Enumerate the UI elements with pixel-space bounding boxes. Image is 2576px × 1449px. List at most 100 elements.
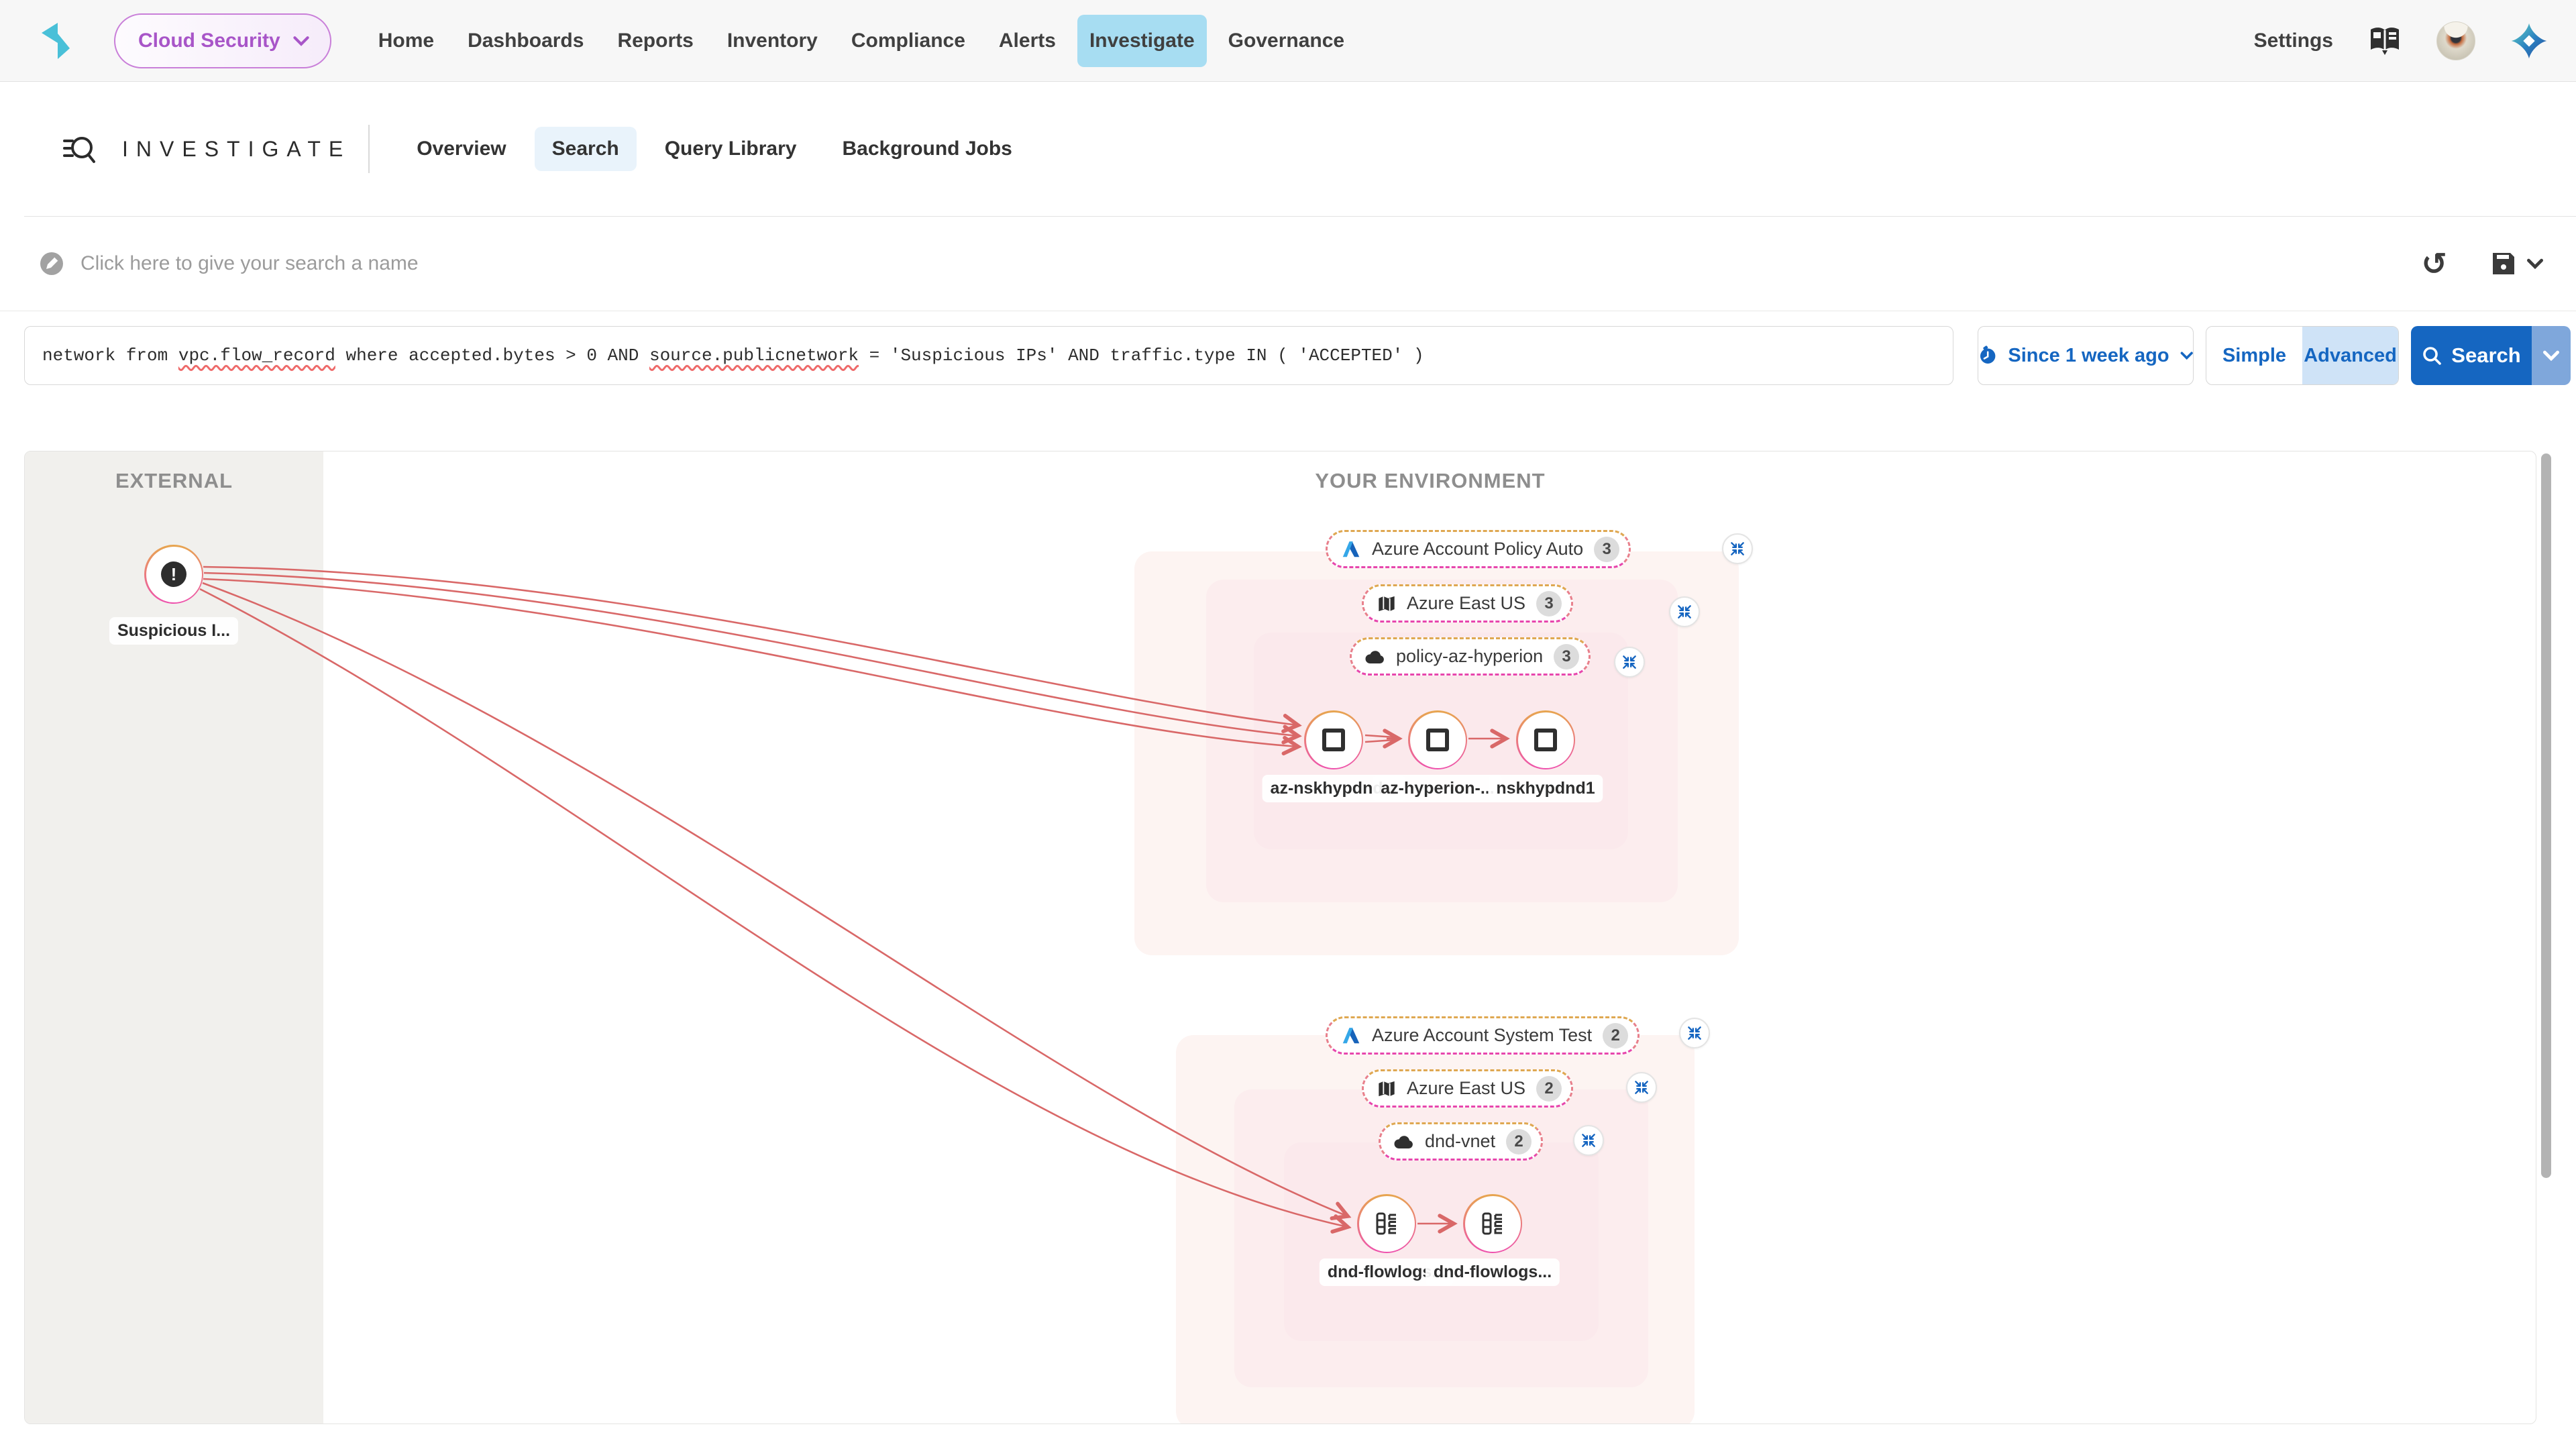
group-pill-label: dnd-vnet	[1425, 1131, 1495, 1152]
brand-logo-icon[interactable]	[38, 21, 72, 60]
count-badge: 2	[1506, 1129, 1532, 1155]
subnet-icon	[1375, 1212, 1399, 1236]
group-pill-region-1[interactable]: Azure East US 3	[1362, 584, 1573, 623]
node-vm-1[interactable]	[1304, 710, 1363, 769]
vertical-scrollbar-thumb[interactable]	[2541, 453, 2551, 1178]
investigate-search-icon	[60, 130, 98, 168]
node-vm-3[interactable]	[1516, 710, 1575, 769]
nav-item-investigate[interactable]: Investigate	[1077, 15, 1207, 67]
search-name-input[interactable]: Click here to give your search a name	[80, 252, 419, 275]
save-button[interactable]	[2490, 250, 2544, 277]
query-text: where accepted.bytes > 0 AND	[335, 345, 649, 366]
nav-item-governance[interactable]: Governance	[1216, 15, 1356, 67]
search-options-caret[interactable]	[2532, 326, 2571, 385]
time-range-dropdown[interactable]: Since 1 week ago	[1978, 326, 2194, 385]
save-floppy-icon	[2490, 250, 2517, 277]
group-pill-label: Azure Account System Test	[1372, 1025, 1592, 1046]
count-badge: 2	[1603, 1023, 1628, 1049]
tab-search[interactable]: Search	[535, 127, 637, 171]
query-text: network from	[42, 345, 178, 366]
undo-icon[interactable]: ↺	[2421, 248, 2447, 279]
nav-item-reports[interactable]: Reports	[605, 15, 705, 67]
environment-zone-header: YOUR ENVIRONMENT	[323, 469, 2536, 493]
mode-advanced-button[interactable]: Advanced	[2302, 327, 2398, 384]
docs-book-icon[interactable]	[2368, 26, 2402, 56]
search-split-button: Search	[2411, 326, 2571, 385]
subnet-icon	[1481, 1212, 1505, 1236]
tab-background-jobs[interactable]: Background Jobs	[824, 127, 1029, 171]
group-pill-label: Azure East US	[1407, 593, 1525, 614]
group-pill-account-2[interactable]: Azure Account System Test 2	[1326, 1016, 1640, 1055]
node-suspicious-ips[interactable]: !	[144, 545, 203, 604]
group-pill-account-1[interactable]: Azure Account Policy Auto 3	[1326, 530, 1631, 568]
top-nav-bar: Cloud Security Home Dashboards Reports I…	[0, 0, 2576, 82]
investigate-header: INVESTIGATE Overview Search Query Librar…	[24, 82, 2576, 217]
vm-icon	[1426, 729, 1449, 751]
topology-graph-canvas[interactable]: EXTERNAL YOUR ENVIRONMENT !	[24, 451, 2536, 1424]
group-pill-region-2[interactable]: Azure East US 2	[1362, 1069, 1573, 1108]
nav-item-inventory[interactable]: Inventory	[715, 15, 830, 67]
nav-item-alerts[interactable]: Alerts	[987, 15, 1068, 67]
group-pill-vnet-1[interactable]: policy-az-hyperion 3	[1350, 637, 1591, 676]
mode-simple-button[interactable]: Simple	[2206, 327, 2302, 384]
query-row: network from vpc.flow_record where accep…	[0, 326, 2576, 385]
cloud-icon	[1365, 649, 1385, 664]
node-label: nskhypdnd1	[1488, 775, 1603, 802]
node-subnet-2[interactable]	[1463, 1194, 1522, 1253]
node-subnet-1[interactable]	[1357, 1194, 1416, 1253]
count-badge: 2	[1536, 1076, 1562, 1102]
node-suspicious-ips-body: !	[146, 547, 202, 602]
query-mode-toggle: Simple Advanced	[2206, 326, 2399, 385]
exclamation-icon: !	[161, 561, 186, 587]
query-text: = 'Suspicious IPs' AND traffic.type IN (…	[859, 345, 1424, 366]
external-zone-header: EXTERNAL	[25, 469, 323, 493]
node-label-suspicious: Suspicious I...	[109, 617, 238, 645]
collapse-icon-vnet-1[interactable]	[1614, 647, 1645, 678]
product-switcher-label: Cloud Security	[138, 30, 280, 52]
search-name-row: Click here to give your search a name ↺	[0, 217, 2576, 311]
chevron-down-icon	[2542, 350, 2560, 361]
vm-icon	[1322, 729, 1345, 751]
page-title: INVESTIGATE	[122, 137, 351, 162]
name-actions: ↺	[2421, 248, 2544, 279]
group-pill-vnet-2[interactable]: dnd-vnet 2	[1379, 1122, 1543, 1161]
divider	[368, 125, 370, 173]
product-switcher[interactable]: Cloud Security	[114, 13, 331, 68]
region-map-icon	[1377, 594, 1396, 613]
investigate-tabs: Overview Search Query Library Background…	[399, 127, 1030, 171]
nav-item-dashboards[interactable]: Dashboards	[455, 15, 596, 67]
query-input[interactable]: network from vpc.flow_record where accep…	[24, 326, 1953, 385]
tab-query-library[interactable]: Query Library	[647, 127, 814, 171]
collapse-icon-account-1[interactable]	[1722, 533, 1753, 564]
query-token-field: source.publicnetwork	[649, 345, 859, 366]
tab-overview[interactable]: Overview	[399, 127, 523, 171]
group-pill-label: Azure East US	[1407, 1078, 1525, 1099]
time-range-label: Since 1 week ago	[2008, 345, 2169, 367]
collapse-icon-region-1[interactable]	[1669, 596, 1700, 627]
count-badge: 3	[1594, 537, 1619, 562]
count-badge: 3	[1554, 644, 1579, 669]
search-icon	[2422, 345, 2442, 366]
main-nav: Home Dashboards Reports Inventory Compli…	[366, 15, 1356, 67]
org-logo-icon[interactable]	[2510, 22, 2548, 60]
nav-item-compliance[interactable]: Compliance	[839, 15, 977, 67]
azure-icon	[1341, 539, 1361, 559]
collapse-icon-region-2[interactable]	[1626, 1072, 1657, 1103]
collapse-icon-vnet-2[interactable]	[1573, 1125, 1604, 1156]
settings-link[interactable]: Settings	[2254, 30, 2333, 52]
search-button[interactable]: Search	[2411, 326, 2532, 385]
node-vm-2[interactable]	[1408, 710, 1467, 769]
count-badge: 3	[1536, 591, 1562, 616]
clock-icon	[1978, 343, 1997, 368]
cloud-icon	[1394, 1134, 1414, 1149]
user-avatar[interactable]	[2436, 21, 2475, 60]
node-label: az-hyperion-...	[1373, 775, 1502, 802]
save-chevron-down-icon[interactable]	[2526, 258, 2544, 269]
chevron-down-icon	[292, 36, 310, 46]
collapse-icon-account-2[interactable]	[1679, 1018, 1710, 1049]
vm-icon	[1534, 729, 1557, 751]
azure-icon	[1341, 1026, 1361, 1046]
group-box-vnet-2	[1284, 1142, 1599, 1341]
nav-item-home[interactable]: Home	[366, 15, 446, 67]
group-pill-label: policy-az-hyperion	[1396, 646, 1543, 667]
